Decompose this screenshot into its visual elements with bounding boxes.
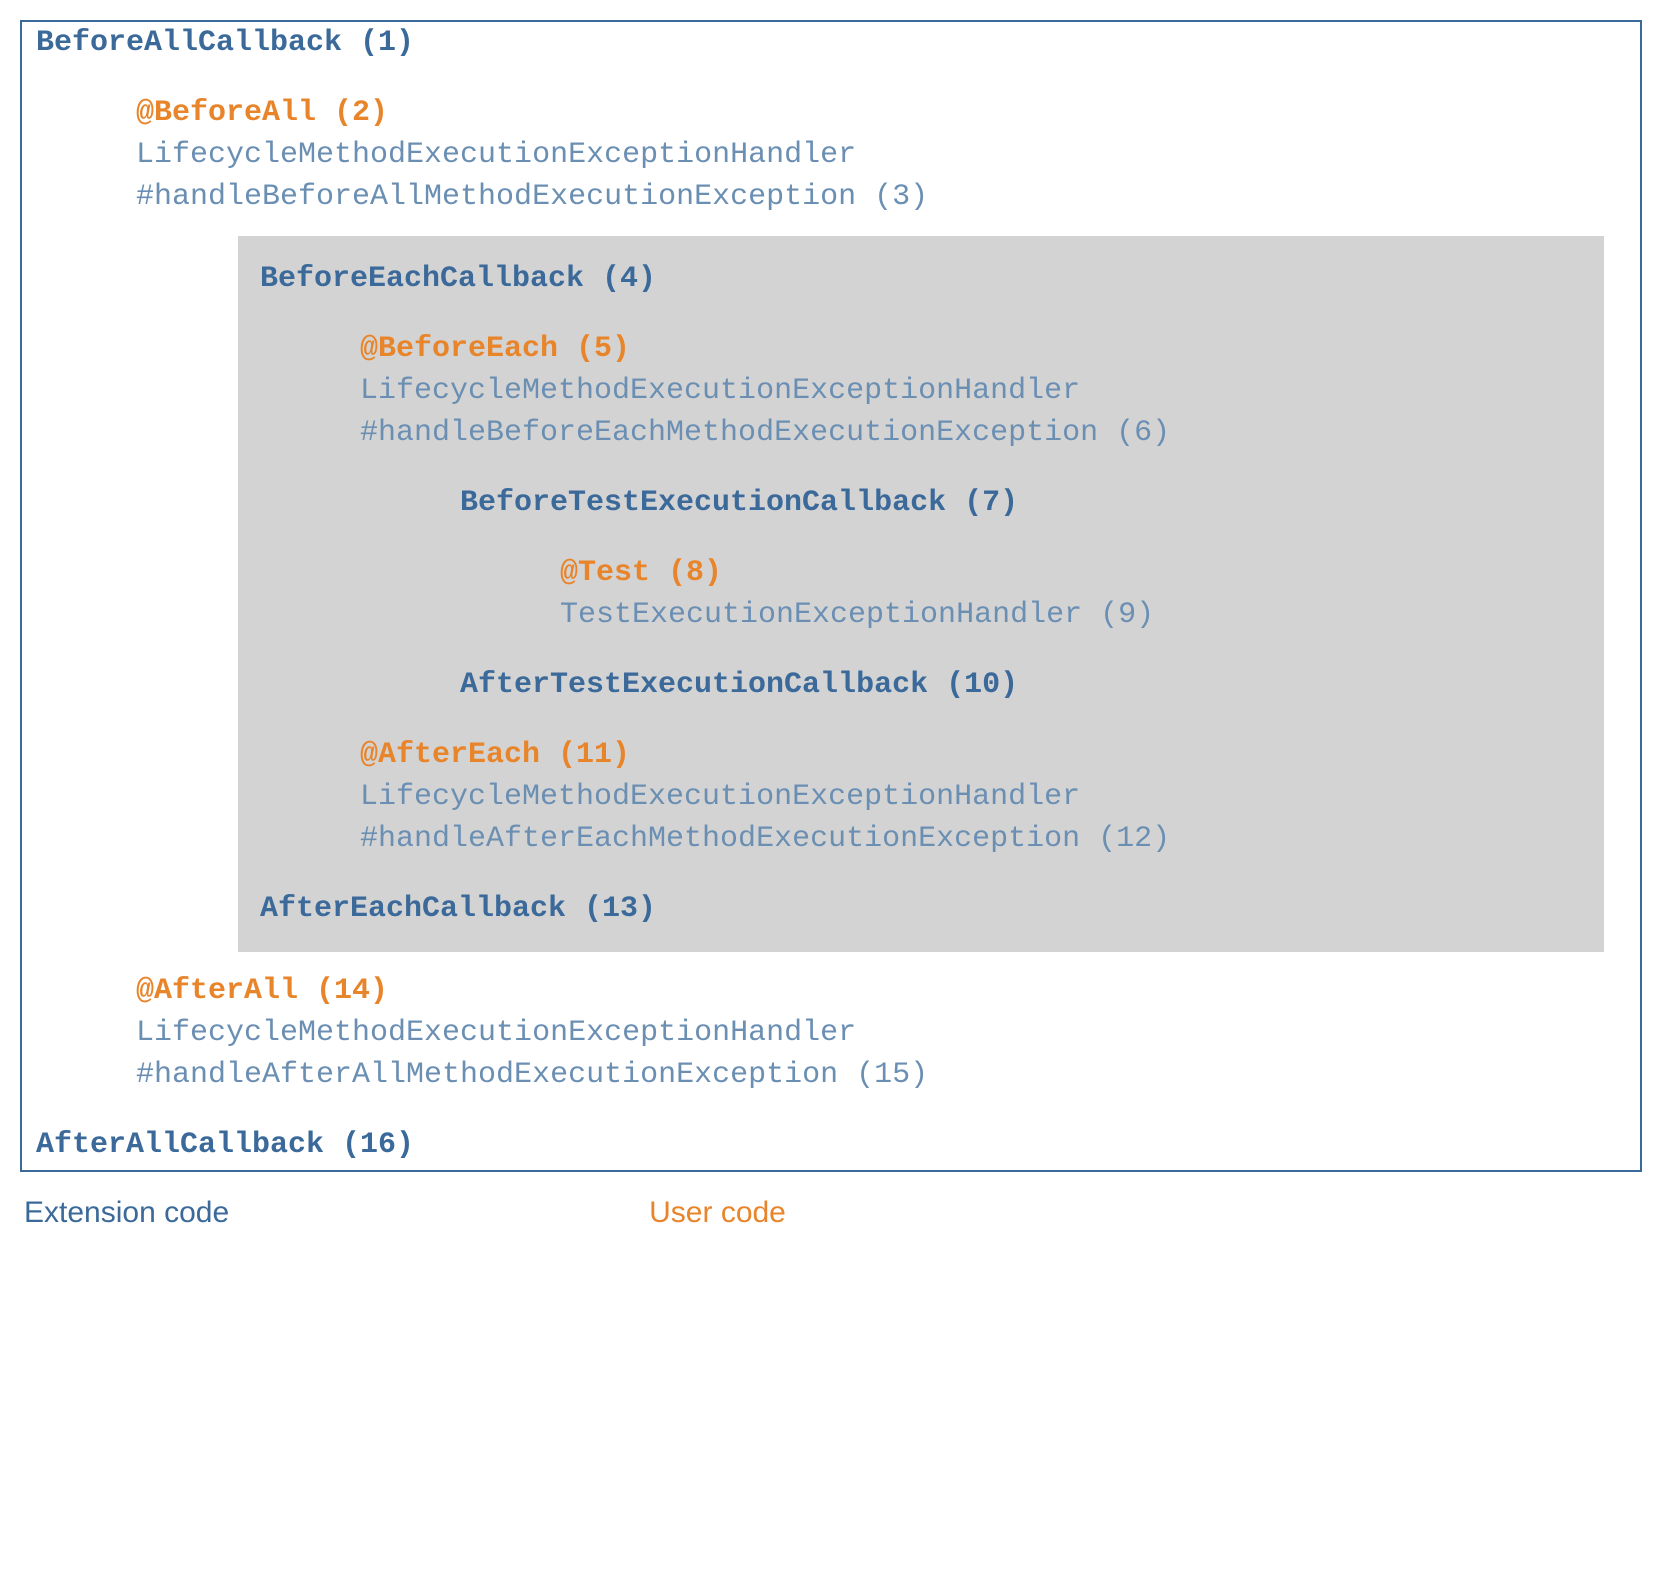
per-test-gray-box: BeforeEachCallback (4) @BeforeEach (5) L… <box>238 236 1604 952</box>
legend: Extension code User code <box>20 1196 1642 1230</box>
before-all-handler-line2: #handleBeforeAllMethodExecutionException… <box>22 176 1640 218</box>
legend-user-code: User code <box>649 1196 786 1230</box>
legend-extension-code: Extension code <box>24 1196 229 1230</box>
before-all-annotation: @BeforeAll (2) <box>22 92 1640 134</box>
after-each-annotation: @AfterEach (11) <box>238 734 1604 776</box>
after-each-handler-line1: LifecycleMethodExecutionExceptionHandler <box>238 776 1604 818</box>
before-all-handler-line1: LifecycleMethodExecutionExceptionHandler <box>22 134 1640 176</box>
after-each-callback: AfterEachCallback (13) <box>238 888 1604 930</box>
before-each-callback: BeforeEachCallback (4) <box>238 258 1604 300</box>
spacer <box>238 524 1604 552</box>
spacer <box>238 706 1604 734</box>
before-each-annotation: @BeforeEach (5) <box>238 328 1604 370</box>
spacer <box>238 300 1604 328</box>
spacer <box>238 636 1604 664</box>
before-each-handler-line2: #handleBeforeEachMethodExecutionExceptio… <box>238 412 1604 454</box>
after-all-annotation: @AfterAll (14) <box>22 970 1640 1012</box>
lifecycle-diagram: BeforeAllCallback (1) @BeforeAll (2) Lif… <box>20 20 1642 1172</box>
spacer <box>22 64 1640 92</box>
before-test-execution-callback: BeforeTestExecutionCallback (7) <box>238 482 1604 524</box>
after-each-handler-line2: #handleAfterEachMethodExecutionException… <box>238 818 1604 860</box>
after-test-execution-callback: AfterTestExecutionCallback (10) <box>238 664 1604 706</box>
spacer <box>22 1096 1640 1124</box>
spacer <box>238 860 1604 888</box>
after-all-handler-line2: #handleAfterAllMethodExecutionException … <box>22 1054 1640 1096</box>
test-exception-handler: TestExecutionExceptionHandler (9) <box>238 594 1604 636</box>
before-all-callback: BeforeAllCallback (1) <box>22 22 1640 64</box>
after-all-handler-line1: LifecycleMethodExecutionExceptionHandler <box>22 1012 1640 1054</box>
before-each-handler-line1: LifecycleMethodExecutionExceptionHandler <box>238 370 1604 412</box>
test-annotation: @Test (8) <box>238 552 1604 594</box>
spacer <box>238 454 1604 482</box>
spacer <box>22 1166 1640 1170</box>
after-all-callback: AfterAllCallback (16) <box>22 1124 1640 1166</box>
